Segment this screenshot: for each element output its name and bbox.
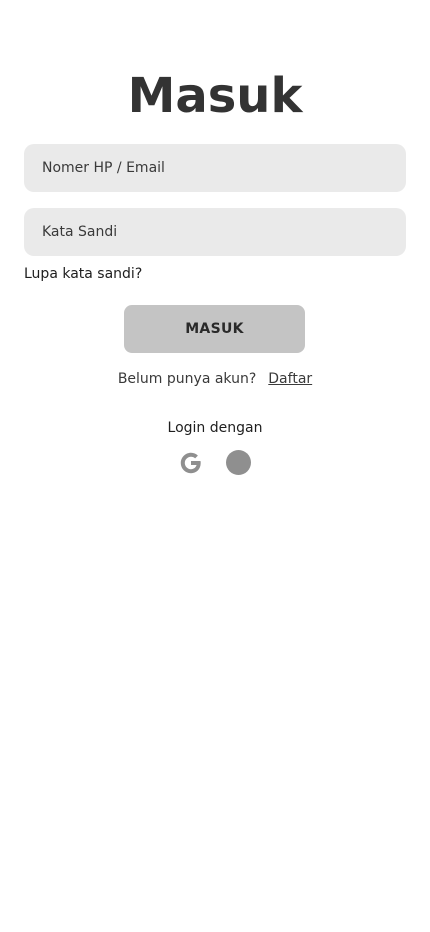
google-icon (180, 452, 201, 474)
password-input[interactable] (40, 223, 390, 241)
phone-email-field-container[interactable] (24, 144, 406, 192)
register-row: Belum punya akun? Daftar (0, 369, 430, 389)
phone-email-input[interactable] (40, 159, 390, 177)
login-button[interactable]: MASUK (124, 305, 305, 353)
forgot-password-link[interactable]: Lupa kata sandi? (24, 264, 142, 284)
other-login-button[interactable] (226, 450, 252, 476)
social-login-label: Login dengan (167, 420, 263, 436)
google-login-button[interactable] (178, 450, 204, 476)
register-prompt: Belum punya akun? (117, 371, 257, 387)
page-title: Masuk (127, 68, 303, 124)
register-link[interactable]: Daftar (268, 371, 312, 387)
password-field-container[interactable] (24, 208, 406, 256)
circle-icon (226, 450, 251, 475)
